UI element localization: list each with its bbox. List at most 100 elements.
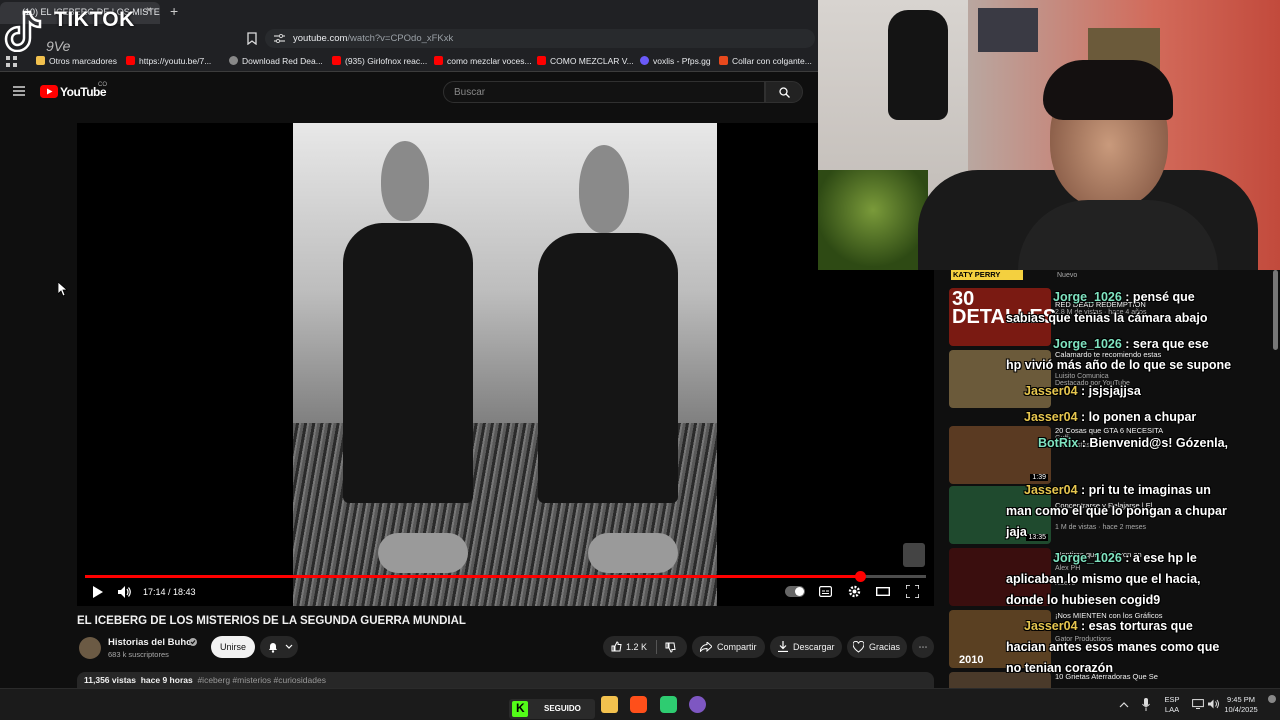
chat-username: Jorge_1026 xyxy=(1053,337,1122,351)
theater-mode-icon[interactable] xyxy=(876,587,890,596)
verified-icon xyxy=(189,638,197,646)
youtube-icon xyxy=(126,56,135,65)
thanks-button[interactable]: Gracias xyxy=(847,636,907,658)
notification-dot[interactable] xyxy=(1268,695,1276,703)
cam-backpack xyxy=(888,10,948,120)
fullscreen-icon[interactable] xyxy=(906,585,919,598)
thanks-icon xyxy=(853,641,864,653)
chat-message-cont: jaja xyxy=(1006,525,1027,539)
channel-watermark[interactable] xyxy=(903,543,925,567)
chat-text: : pensé que xyxy=(1125,290,1195,304)
download-button[interactable]: Descargar xyxy=(770,636,842,658)
chat-message: Jasser04 : pri tu te imaginas un xyxy=(1024,483,1211,497)
site-settings-icon[interactable] xyxy=(274,34,285,43)
more-actions-button[interactable]: ⋯ xyxy=(912,636,934,658)
clock[interactable]: 9:45 PM 10/4/2025 xyxy=(1224,695,1258,715)
autoplay-knob xyxy=(795,587,804,596)
like-count: 1.2 K xyxy=(626,642,648,652)
settings-gear-icon[interactable] xyxy=(848,585,861,598)
subscriber-count: 683 k suscriptores xyxy=(108,650,169,659)
brave-browser-icon[interactable] xyxy=(630,696,647,713)
chat-message-cont: donde lo hubiesen cogid9 xyxy=(1006,593,1161,607)
chat-text: : pri tu te imaginas un xyxy=(1081,483,1211,497)
globe-icon xyxy=(229,56,238,65)
sidebar-scrollbar[interactable] xyxy=(1273,270,1278,350)
like-divider xyxy=(656,640,657,654)
clock-time: 9:45 PM xyxy=(1227,695,1255,704)
new-tab-icon[interactable]: + xyxy=(170,3,178,19)
like-dislike-group: 1.2 K xyxy=(603,636,687,658)
chat-message-cont: no tenian corazón xyxy=(1006,661,1113,675)
tiktok-overlay: TIKTOK 9Ve xyxy=(0,4,150,54)
rec-thumbnail[interactable]: 1:39 xyxy=(949,426,1051,484)
youtube-icon xyxy=(332,56,341,65)
rec-channel: Luisito Comunica xyxy=(1055,373,1109,380)
share-button[interactable]: Compartir xyxy=(692,636,765,658)
bookmark-item[interactable]: COMO MEZCLAR V... xyxy=(537,50,634,72)
bookmark-item[interactable]: (935) Girlofnox reac... xyxy=(332,50,427,72)
channel-avatar[interactable] xyxy=(79,637,101,659)
rec-duration: 13:35 xyxy=(1026,534,1048,541)
language-indicator[interactable]: ESP LAA xyxy=(1160,695,1184,715)
channel-name[interactable]: Historias del Buho xyxy=(108,637,192,648)
video-feet-left xyxy=(378,533,468,573)
bell-icon xyxy=(269,643,277,653)
speaker-icon[interactable] xyxy=(1208,699,1220,709)
share-icon xyxy=(700,642,712,652)
thanks-label: Gracias xyxy=(869,642,901,652)
like-icon[interactable] xyxy=(611,641,622,652)
region-code: CO xyxy=(98,82,107,88)
chat-text: : jsjsjajjsa xyxy=(1081,384,1141,398)
chip-katy-perry[interactable]: KATY PERRY xyxy=(951,270,1023,280)
app-green-icon[interactable] xyxy=(660,696,677,713)
menu-icon[interactable] xyxy=(13,86,25,96)
tiktok-brand: TIKTOK xyxy=(54,8,135,31)
voxlis-icon xyxy=(640,56,649,65)
chip-nuevo[interactable]: Nuevo xyxy=(1057,272,1077,279)
search-button[interactable] xyxy=(765,81,803,103)
play-icon[interactable] xyxy=(92,586,103,598)
youtube-header: YouTube CO Buscar xyxy=(0,72,820,112)
download-icon xyxy=(778,641,788,652)
app-purple-icon[interactable] xyxy=(689,696,706,713)
windows-taskbar: K SEGUIDO ESP LAA 9:45 PM 10/4/2025 xyxy=(0,688,1280,720)
bookmark-icon[interactable] xyxy=(247,32,257,45)
progress-bar[interactable] xyxy=(85,571,926,582)
mouse-cursor-icon xyxy=(58,282,68,297)
kick-logo-icon: K xyxy=(512,701,528,717)
rec-channel: Alex PH xyxy=(1055,565,1081,572)
lang-primary: ESP xyxy=(1164,695,1180,704)
bookmark-item[interactable]: Collar con colgante... xyxy=(719,50,812,72)
chat-message: Jasser04 : jsjsjajjsa xyxy=(1024,384,1141,398)
youtube-icon xyxy=(537,56,546,65)
bookmark-item[interactable]: Download Red Dea... xyxy=(229,50,323,72)
microphone-icon[interactable] xyxy=(1142,698,1150,711)
chat-message: Jasser04 : esas torturas que xyxy=(1024,619,1193,633)
subtitles-icon[interactable] xyxy=(819,586,832,597)
folder-icon xyxy=(36,56,45,65)
chat-text: : sera que ese xyxy=(1125,337,1209,351)
dislike-icon[interactable] xyxy=(665,642,676,653)
autoplay-toggle[interactable] xyxy=(785,586,805,597)
rec-duration: 1:39 xyxy=(1030,474,1048,481)
address-bar[interactable]: youtube.com/watch?v=CPOdo_xFKxk xyxy=(265,29,815,48)
chat-text: : esas torturas que xyxy=(1081,619,1193,633)
bookmark-item[interactable]: como mezclar voces... xyxy=(434,50,532,72)
video-player[interactable]: 17:14 / 18:43 xyxy=(77,123,934,606)
view-count: 11,356 vistas xyxy=(84,675,136,685)
network-icon[interactable] xyxy=(1192,699,1204,709)
volume-icon[interactable] xyxy=(118,586,132,598)
file-explorer-icon[interactable] xyxy=(601,696,618,713)
time-display: 17:14 / 18:43 xyxy=(143,587,196,597)
chat-message: BotRix : Bienvenid@s! Gózenla, xyxy=(1038,436,1228,450)
search-input[interactable]: Buscar xyxy=(443,81,765,103)
subscribed-bell-button[interactable] xyxy=(260,636,298,658)
cam-plant xyxy=(818,170,928,270)
bookmark-item[interactable]: voxlis - Pfps.gg xyxy=(640,50,711,72)
progress-scrubber[interactable] xyxy=(855,571,867,582)
apps-grid-icon[interactable] xyxy=(6,56,17,67)
join-button[interactable]: Unirse xyxy=(211,636,255,658)
tray-chevron-up-icon[interactable] xyxy=(1119,701,1129,708)
video-figure-right-head xyxy=(579,145,629,233)
hashtags[interactable]: #iceberg #misterios #curiosidades xyxy=(197,675,326,685)
